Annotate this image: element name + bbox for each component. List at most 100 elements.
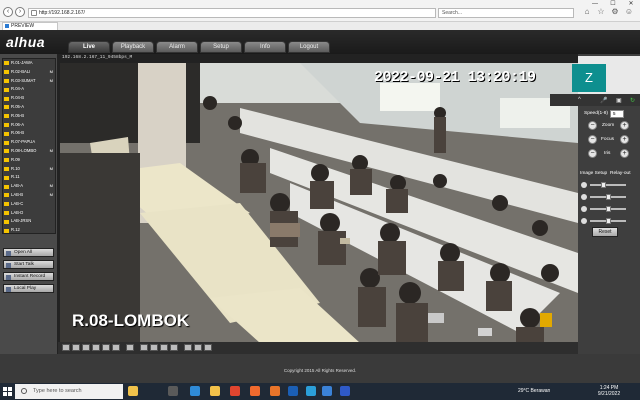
zoom-icon[interactable] <box>160 344 168 351</box>
zoom-out-button[interactable]: − <box>588 121 597 130</box>
zoom-in-button[interactable]: + <box>620 121 629 130</box>
browser-search-input[interactable]: Search... <box>438 8 574 18</box>
record-toggle-icon[interactable] <box>150 344 158 351</box>
channel-item[interactable]: R.12 <box>3 226 55 233</box>
instant-record-button[interactable]: Instant Record <box>3 272 54 281</box>
channel-item[interactable]: R.08-LOMBO M <box>3 147 55 156</box>
channel-item[interactable]: R.09 <box>3 156 55 165</box>
audio-icon[interactable] <box>170 344 178 351</box>
channel-item[interactable]: LAB-D <box>3 209 55 218</box>
star-icon[interactable]: ☆ <box>596 7 606 17</box>
tool-b-icon[interactable] <box>194 344 202 351</box>
taskbar-search-input[interactable]: Type here to search <box>15 384 123 399</box>
maximize-button[interactable]: ☐ <box>604 0 622 8</box>
camera-folder-icon <box>4 202 9 207</box>
channel-item[interactable]: LAB-B M <box>3 191 55 200</box>
weather-status[interactable]: 29°C Berawan <box>518 388 550 394</box>
forward-icon[interactable]: › <box>15 7 25 17</box>
taskbar-clock[interactable]: 1:24 PM 9/21/2022 <box>596 385 622 397</box>
smiley-icon[interactable]: ☺ <box>624 7 634 17</box>
channel-item[interactable]: R.11 <box>3 173 55 182</box>
tab-alarm[interactable]: Alarm <box>156 41 198 53</box>
tab-title: PREVIEW <box>11 23 35 29</box>
widget-icon[interactable] <box>128 386 138 396</box>
channel-item[interactable]: R.01-JAWA <box>3 59 55 68</box>
address-bar[interactable]: http://192.168.2.167/ <box>28 8 436 18</box>
iris-close-button[interactable]: − <box>588 149 597 158</box>
settings-icon[interactable]: ⚙ <box>610 7 620 17</box>
close-window-button[interactable]: ✕ <box>622 0 640 8</box>
reset-button[interactable]: Reset <box>592 227 618 237</box>
hue-slider[interactable] <box>590 218 626 224</box>
tab-logout[interactable]: Logout <box>288 41 330 53</box>
tab-info[interactable]: Info <box>244 41 286 53</box>
tab-live[interactable]: Live <box>68 41 110 53</box>
app-icon[interactable] <box>306 386 316 396</box>
minimize-button[interactable]: — <box>586 0 604 8</box>
slider-knob[interactable] <box>605 218 611 224</box>
brightness-slider[interactable] <box>590 182 626 188</box>
tool-c-icon[interactable] <box>204 344 212 351</box>
channel-item[interactable]: R.05-A <box>3 103 55 112</box>
slider-knob[interactable] <box>605 194 611 200</box>
open-all-button[interactable]: Open All <box>3 248 54 257</box>
channel-item[interactable]: R.06-B <box>3 129 55 138</box>
camera-folder-icon <box>4 105 9 110</box>
back-icon[interactable]: ‹ <box>3 7 13 17</box>
tool-a-icon[interactable] <box>184 344 192 351</box>
channel-label: R.03-SUMAT <box>11 77 36 83</box>
office-icon[interactable] <box>250 386 260 396</box>
start-talk-button[interactable]: Start Talk <box>3 260 54 269</box>
home-icon[interactable]: ⌂ <box>582 7 592 17</box>
iris-open-button[interactable]: + <box>620 149 629 158</box>
slider-knob[interactable] <box>600 182 606 188</box>
app-header: alhua Live Playback Alarm Setup Info Log… <box>0 30 640 54</box>
firefox-icon[interactable] <box>270 386 280 396</box>
channel-item[interactable]: R.04-B <box>3 94 55 103</box>
layout-4-icon[interactable] <box>72 344 80 351</box>
layout-1-icon[interactable] <box>62 344 70 351</box>
channel-item[interactable]: R.05-B <box>3 112 55 121</box>
focus-far-button[interactable]: + <box>620 135 629 144</box>
refresh-icon[interactable]: ↻ <box>630 97 635 104</box>
classroom-scene-image <box>60 63 578 343</box>
channel-item[interactable]: R.07-PAPUA <box>3 138 55 147</box>
channel-item[interactable]: LAB-A M <box>3 182 55 191</box>
channel-item[interactable]: R.10 M <box>3 165 55 174</box>
channel-item[interactable]: R.06-A <box>3 121 55 130</box>
tab-playback[interactable]: Playback <box>112 41 154 53</box>
contrast-slider[interactable] <box>590 194 626 200</box>
tab-preview[interactable]: PREVIEW <box>2 22 58 30</box>
windows-start-icon[interactable] <box>3 387 12 396</box>
channel-item[interactable]: R.02-BALI M <box>3 68 55 77</box>
slider-knob[interactable] <box>605 206 611 212</box>
edge-icon[interactable] <box>190 386 200 396</box>
open-all-label: Open All <box>14 250 33 255</box>
tab-setup[interactable]: Setup <box>200 41 242 53</box>
caret-up-icon[interactable]: ^ <box>578 97 581 103</box>
saturation-slider[interactable] <box>590 206 626 212</box>
chrome-icon[interactable] <box>230 386 240 396</box>
mic-icon[interactable]: 🎤 <box>600 97 607 104</box>
channel-item[interactable]: R.03-SUMAT M <box>3 77 55 86</box>
layout-36-icon[interactable] <box>112 344 120 351</box>
word-icon[interactable] <box>340 386 350 396</box>
layout-16-icon[interactable] <box>92 344 100 351</box>
channel-item[interactable]: LAB-JRSN <box>3 217 55 226</box>
browser-app-icon[interactable] <box>288 386 298 396</box>
focus-near-button[interactable]: − <box>588 135 597 144</box>
channel-item[interactable]: LAB-C <box>3 200 55 209</box>
layout-25-icon[interactable] <box>102 344 110 351</box>
fullscreen-icon[interactable] <box>126 344 134 351</box>
channel-item[interactable]: R.04-A <box>3 85 55 94</box>
task-view-icon[interactable] <box>168 386 178 396</box>
local-play-button[interactable]: Local Play <box>3 284 54 293</box>
camera-icon[interactable]: ▣ <box>616 97 622 104</box>
snapshot-icon[interactable] <box>140 344 148 351</box>
speed-select[interactable]: 5 <box>610 110 624 118</box>
zoom-app-icon[interactable] <box>322 386 332 396</box>
live-video-feed[interactable]: 2022-09-21 13:20:19 R.08-LOMBOK <box>60 63 578 343</box>
file-explorer-icon[interactable] <box>210 386 220 396</box>
layout-9-icon[interactable] <box>82 344 90 351</box>
channel-list[interactable]: R.01-JAWA R.02-BALI M R.03-SUMAT M R.04-A R.04… <box>2 58 56 234</box>
